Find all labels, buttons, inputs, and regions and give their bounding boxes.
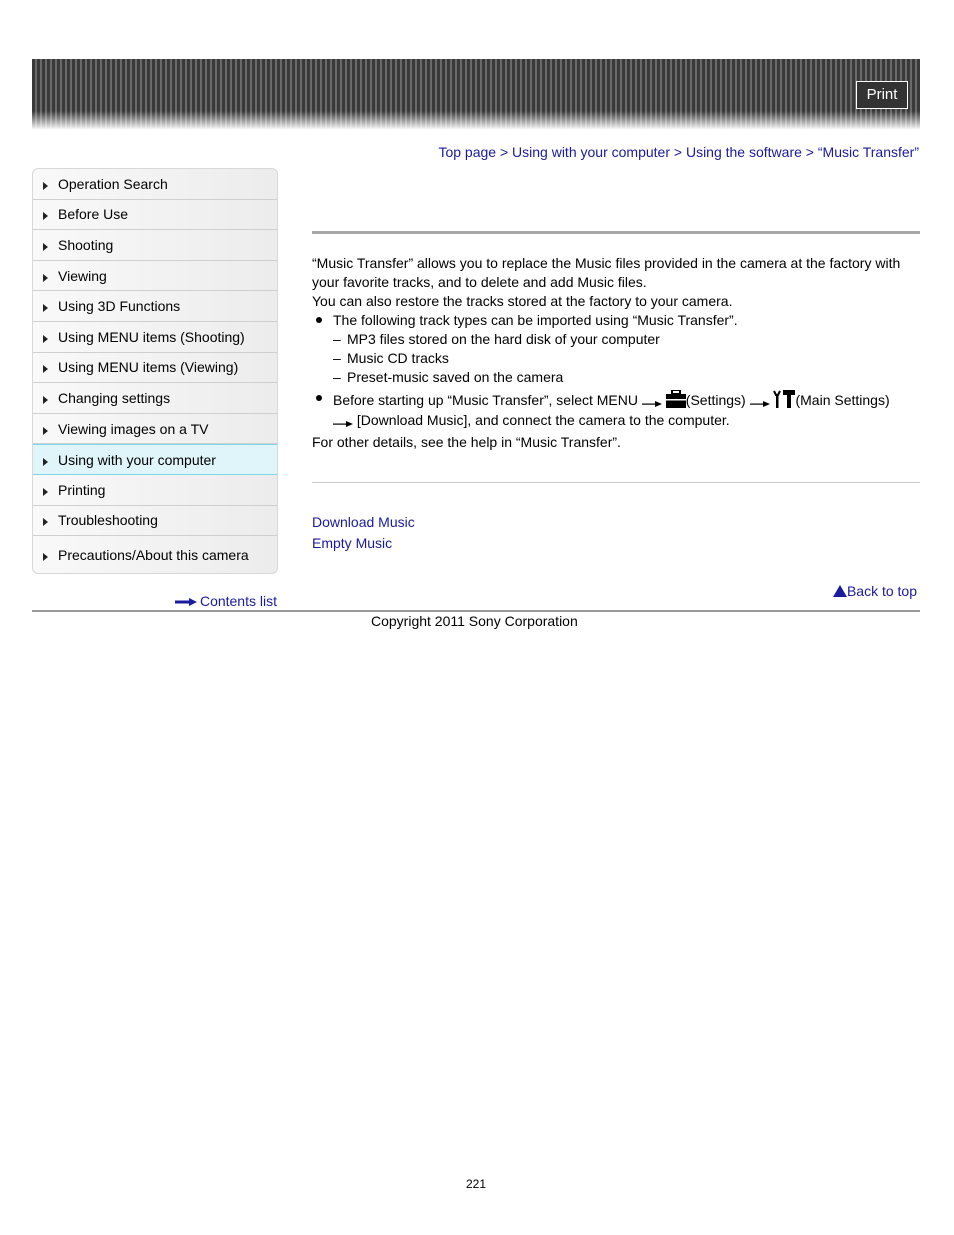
- arrow-right-icon: [641, 401, 662, 407]
- triangle-right-icon: [43, 552, 48, 561]
- sidebar-item-menu-viewing[interactable]: Using MENU items (Viewing): [33, 353, 277, 384]
- sidebar-item-label: Precautions/About this camera: [58, 546, 249, 563]
- toolbox-settings-icon: [665, 390, 686, 408]
- sidebar-item-label: Printing: [58, 481, 106, 498]
- sidebar-item-operation-search[interactable]: Operation Search: [33, 169, 277, 200]
- triangle-right-icon: [43, 395, 48, 404]
- breadcrumb-top-page[interactable]: Top page: [438, 144, 496, 160]
- sub-item-text: MP3 files stored on the hard disk of you…: [347, 331, 660, 347]
- triangle-right-icon: [43, 181, 48, 190]
- sidebar-item-label: Viewing images on a TV: [58, 420, 209, 437]
- sidebar-item-precautions[interactable]: Precautions/About this camera: [33, 536, 277, 573]
- triangle-right-icon: [43, 487, 48, 496]
- sub-item-text: Music CD tracks: [347, 350, 449, 366]
- article-body: “Music Transfer” allows you to replace t…: [312, 254, 920, 452]
- sub-list-item: – Preset-music saved on the camera: [312, 368, 920, 387]
- triangle-right-icon: [43, 518, 48, 527]
- sidebar-item-label: Before Use: [58, 206, 129, 223]
- triangle-right-icon: [43, 273, 48, 282]
- triangle-right-icon: [43, 304, 48, 313]
- breadcrumb-using-software[interactable]: Using the software: [686, 144, 802, 160]
- intro-paragraph-2: You can also restore the tracks stored a…: [312, 293, 733, 309]
- print-button[interactable]: Print: [856, 81, 908, 109]
- outro-paragraph: For other details, see the help in “Musi…: [312, 434, 621, 450]
- back-to-top-label: Back to top: [846, 583, 917, 599]
- sidebar-item-label: Using with your computer: [58, 451, 216, 468]
- sidebar-item-viewing[interactable]: Viewing: [33, 261, 277, 292]
- sidebar-item-menu-shooting[interactable]: Using MENU items (Shooting): [33, 322, 277, 353]
- sidebar-item-label: Viewing: [58, 267, 107, 284]
- triangle-right-icon: [43, 242, 48, 251]
- triangle-right-icon: [43, 365, 48, 374]
- dash-icon: –: [333, 331, 341, 347]
- wrench-hammer-icon: [773, 390, 796, 408]
- bullet-icon: [316, 317, 322, 323]
- copyright: Copyright 2011 Sony Corporation: [371, 613, 578, 629]
- sidebar-item-label: Shooting: [58, 236, 114, 253]
- sidebar-item-printing[interactable]: Printing: [33, 475, 277, 506]
- dash-icon: –: [333, 350, 341, 366]
- sub-item-text: Preset-music saved on the camera: [347, 369, 564, 385]
- contents-list-label: Contents list: [199, 593, 277, 609]
- bullet-continuation: [Download Music], and connect the camera…: [312, 411, 920, 430]
- triangle-up-icon: [832, 585, 847, 597]
- sidebar-item-shooting[interactable]: Shooting: [33, 230, 277, 261]
- triangle-right-icon: [43, 457, 48, 466]
- arrow-right-icon: [174, 598, 197, 607]
- triangle-right-icon: [43, 426, 48, 435]
- sidebar-item-3d-functions[interactable]: Using 3D Functions: [33, 291, 277, 322]
- sidebar-item-troubleshooting[interactable]: Troubleshooting: [33, 506, 277, 537]
- sidebar-item-label: Using 3D Functions: [58, 298, 181, 315]
- breadcrumb-separator: >: [673, 144, 686, 160]
- breadcrumb-music-transfer[interactable]: “Music Transfer”: [818, 144, 919, 160]
- download-music-link[interactable]: Download Music: [312, 514, 415, 530]
- breadcrumb-using-with-computer[interactable]: Using with your computer: [512, 144, 670, 160]
- sidebar-item-label: Changing settings: [58, 389, 171, 406]
- footer-divider: [32, 610, 920, 612]
- sub-list-item: – Music CD tracks: [312, 349, 920, 368]
- header-banner: Print: [32, 59, 920, 129]
- dash-icon: –: [333, 369, 341, 385]
- bullet-icon: [316, 395, 322, 401]
- bullet-item: Before starting up “Music Transfer”, sel…: [312, 389, 920, 411]
- breadcrumb: Top page > Using with your computer > Us…: [438, 144, 919, 160]
- breadcrumb-separator: >: [499, 144, 513, 160]
- title-divider: [312, 231, 920, 234]
- related-divider: [312, 482, 920, 483]
- intro-paragraph: “Music Transfer” allows you to replace t…: [312, 255, 901, 290]
- sidebar-item-label: Troubleshooting: [58, 512, 158, 529]
- contents-list-link[interactable]: Contents list: [174, 593, 277, 609]
- bullet-text: Before starting up “Music Transfer”, sel…: [333, 392, 638, 408]
- sidebar-item-viewing-tv[interactable]: Viewing images on a TV: [33, 414, 277, 445]
- empty-music-link[interactable]: Empty Music: [312, 535, 392, 551]
- sidebar-item-before-use[interactable]: Before Use: [33, 200, 277, 231]
- arrow-right-icon: [333, 421, 353, 427]
- page-number: 221: [466, 1177, 487, 1191]
- sidebar-nav: Operation Search Before Use Shooting Vie…: [32, 168, 278, 575]
- sub-list-item: – MP3 files stored on the hard disk of yo…: [312, 330, 920, 349]
- sidebar-item-label: Using MENU items (Viewing): [58, 359, 239, 376]
- triangle-right-icon: [43, 334, 48, 343]
- bullet-text: The following track types can be importe…: [333, 312, 738, 328]
- back-to-top-link[interactable]: Back to top: [832, 583, 917, 599]
- arrow-right-icon: [749, 401, 770, 407]
- sidebar-item-using-computer[interactable]: Using with your computer: [33, 444, 277, 475]
- triangle-right-icon: [43, 212, 48, 221]
- settings-label: (Settings): [685, 392, 746, 408]
- sidebar-item-label: Operation Search: [58, 175, 168, 192]
- bullet-item: The following track types can be importe…: [312, 311, 920, 330]
- main-settings-label: (Main Settings): [795, 392, 890, 408]
- sidebar-item-changing-settings[interactable]: Changing settings: [33, 383, 277, 414]
- bullet-text: [Download Music], and connect the camera…: [356, 412, 730, 428]
- breadcrumb-separator: >: [805, 144, 818, 160]
- related-links: Download Music Empty Music: [312, 512, 415, 554]
- sidebar-item-label: Using MENU items (Shooting): [58, 328, 245, 345]
